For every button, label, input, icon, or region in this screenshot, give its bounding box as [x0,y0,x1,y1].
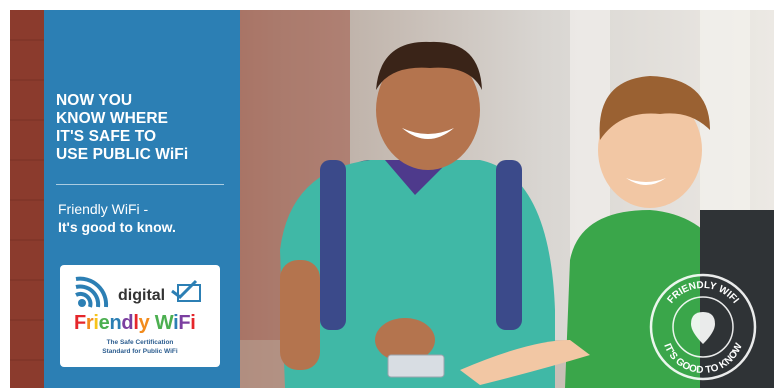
headline-line: IT'S SAFE TO [56,128,157,145]
tagline-line-2: It's good to know. [58,219,176,235]
tagline-line-1: Friendly WiFi - [58,201,149,217]
logo-word-digital: digital [118,287,166,304]
friendly-wifi-stamp-badge: FRIENDLY WIFI IT'S GOOD TO KNOW [649,273,757,381]
svg-text:FRIENDLY WIFI: FRIENDLY WIFI [665,280,740,306]
digital-friendly-wifi-logo: digital Friendly WiFi The Safe Certifica… [60,265,220,367]
divider [56,184,224,185]
logo-subtitle-1: The Safe Certification [106,339,174,346]
headline: NOW YOU KNOW WHERE IT'S SAFE TO USE PUBL… [56,92,234,164]
logo-word-friendly-wifi: Friendly WiFi [74,312,196,334]
logo-subtitle-2: Standard for Public WiFi [102,348,178,355]
headline-line: KNOW WHERE [56,110,169,127]
headline-line: USE PUBLIC WiFi [56,146,189,163]
friendly-wifi-banner: NOW YOU KNOW WHERE IT'S SAFE TO USE PUBL… [0,0,780,391]
headline-line: NOW YOU [56,92,133,109]
